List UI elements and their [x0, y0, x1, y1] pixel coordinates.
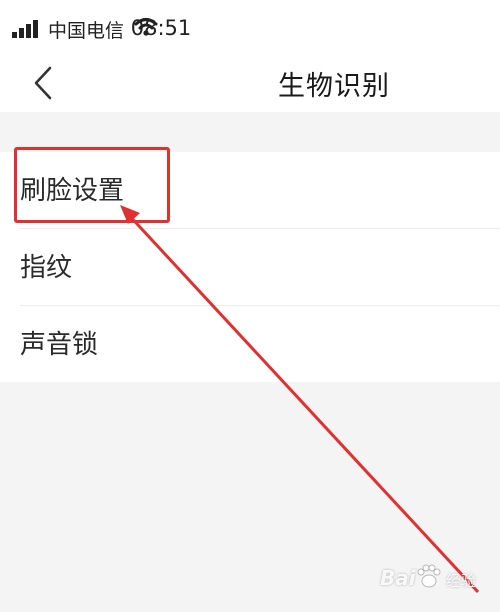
chevron-left-icon[interactable] [28, 62, 58, 104]
navigation-bar: 生物识别 [0, 58, 500, 112]
paw-icon [417, 564, 441, 588]
page-title: 生物识别 [278, 71, 390, 102]
clock-text: 08:51 [130, 16, 192, 40]
watermark-brand: Bai [380, 566, 416, 590]
list-item-voice-lock[interactable]: 声音锁 [0, 306, 500, 382]
clock: 08:51 [0, 16, 500, 40]
list-item-fingerprint[interactable]: 指纹 [0, 229, 500, 305]
list-item-label: 指纹 [20, 253, 73, 283]
watermark-suffix: 经验 [446, 572, 477, 590]
status-bar: 中国电信 08:51 [0, 0, 500, 58]
annotation-highlight-box [14, 147, 170, 223]
list-item-label: 声音锁 [20, 330, 99, 360]
baidu-jingyan-watermark: Bai 经验 [380, 562, 492, 594]
